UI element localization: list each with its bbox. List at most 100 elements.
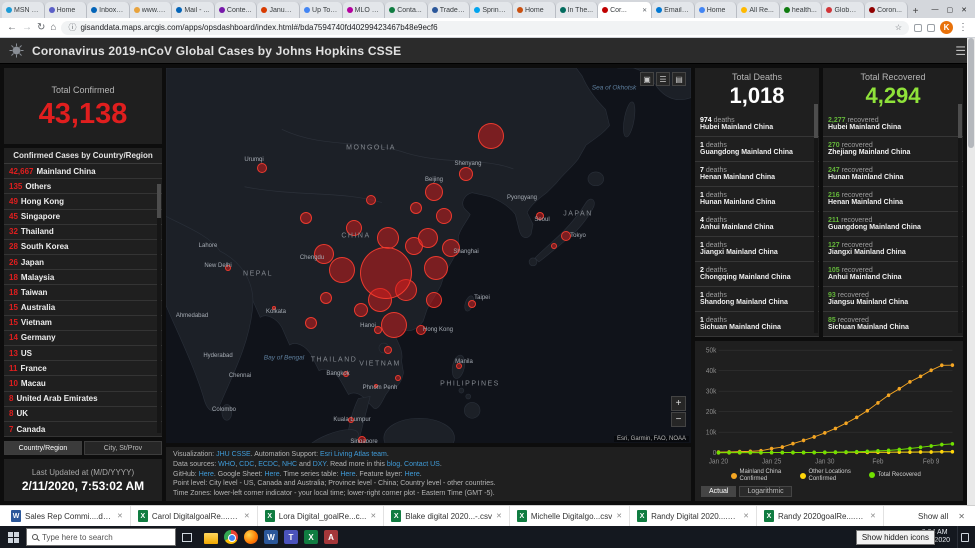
browser-tab[interactable]: Trader... [428, 2, 471, 18]
start-button[interactable] [0, 526, 26, 548]
taskbar-excel-icon[interactable]: X [304, 530, 318, 544]
death-row[interactable]: 4 deathsAnhui Mainland China [695, 212, 819, 237]
taskbar-search-input[interactable]: Type here to search [26, 528, 176, 546]
taskbar-chrome-icon[interactable] [224, 530, 238, 544]
note-link[interactable]: ECDC [258, 461, 278, 468]
browser-tab[interactable]: MSN | O... [2, 2, 45, 18]
zoom-in-button[interactable]: + [671, 396, 686, 411]
country-row[interactable]: 7Canada [4, 422, 162, 437]
download-item[interactable]: XRandy 2020goalRe....csv✕ [757, 506, 884, 526]
tab-close-icon[interactable]: ✕ [642, 7, 647, 14]
page-scrollbar[interactable] [967, 38, 975, 505]
recovered-row[interactable]: 93 recoveredJiangsu Mainland China [823, 287, 963, 312]
note-link[interactable]: Esri Living Atlas team [320, 451, 387, 458]
country-row[interactable]: 49Hong Kong [4, 194, 162, 209]
map-legend-icon[interactable]: ☰ [656, 72, 670, 86]
download-item[interactable]: XLora Digital_goalRe...c...✕ [258, 506, 384, 526]
country-row[interactable]: 18Taiwan [4, 285, 162, 300]
site-info-icon[interactable]: ⓘ [68, 22, 76, 33]
window-close-icon[interactable]: ✕ [961, 6, 967, 14]
note-link[interactable]: NHC [282, 461, 297, 468]
country-row[interactable]: 14Germany [4, 331, 162, 346]
download-close-icon[interactable]: ✕ [616, 512, 622, 520]
country-row[interactable]: 28South Korea [4, 240, 162, 255]
browser-tab[interactable]: Mail - ... [172, 2, 215, 18]
browser-tab[interactable]: Inbox (... [87, 2, 130, 18]
download-close-icon[interactable]: ✕ [370, 512, 376, 520]
country-row[interactable]: 32Thailand [4, 225, 162, 240]
download-item[interactable]: XBlake digital 2020...-.csv✕ [384, 506, 510, 526]
recovered-row[interactable]: 85 recoveredSichuan Mainland China [823, 312, 963, 337]
death-row[interactable]: 974 deathsHubei Mainland China [695, 112, 819, 137]
note-link[interactable]: Contact US [404, 461, 440, 468]
map-bookmark-icon[interactable]: ▣ [640, 72, 654, 86]
death-row[interactable]: 7 deathsHenan Mainland China [695, 162, 819, 187]
action-center-button[interactable] [957, 526, 971, 548]
note-link[interactable]: Here [405, 471, 420, 478]
taskbar-file-explorer-icon[interactable] [204, 533, 218, 544]
browser-tab[interactable]: Up To ... [300, 2, 343, 18]
browser-tab[interactable]: In The... [556, 2, 599, 18]
browser-tab[interactable]: Conte... [215, 2, 258, 18]
tab-logarithmic[interactable]: Logarithmic [739, 486, 791, 497]
refresh-icon[interactable]: ↻ [37, 23, 45, 33]
home-icon[interactable]: ⌂ [50, 23, 56, 33]
country-row[interactable]: 15Vietnam [4, 316, 162, 331]
country-row[interactable]: 13US [4, 346, 162, 361]
note-link[interactable]: CDC [239, 461, 254, 468]
note-link[interactable]: Here [264, 471, 279, 478]
recovered-row[interactable]: 216 recoveredHenan Mainland China [823, 187, 963, 212]
country-row[interactable]: 135Others [4, 179, 162, 194]
back-icon[interactable]: ← [7, 23, 17, 33]
country-row[interactable]: 15Australia [4, 301, 162, 316]
shelf-close-icon[interactable]: ✕ [958, 512, 965, 521]
download-item[interactable]: XRandy Digital 2020....csv✕ [630, 506, 757, 526]
download-close-icon[interactable]: ✕ [870, 512, 876, 520]
extension-icon[interactable] [927, 24, 935, 32]
recovered-row[interactable]: 211 recoveredGuangdong Mainland China [823, 212, 963, 237]
download-close-icon[interactable]: ✕ [496, 512, 502, 520]
death-row[interactable]: 1 deathsJiangxi Mainland China [695, 237, 819, 262]
bookmark-star-icon[interactable]: ☆ [895, 23, 902, 32]
country-row[interactable]: 8UK [4, 407, 162, 422]
recovered-row[interactable]: 105 recoveredAnhui Mainland China [823, 262, 963, 287]
browser-tab[interactable]: www.a... [130, 2, 173, 18]
death-row[interactable]: 2 deathsChongqing Mainland China [695, 262, 819, 287]
browser-tab[interactable]: Home [513, 2, 556, 18]
download-close-icon[interactable]: ✕ [244, 512, 250, 520]
browser-tab[interactable]: Coron... [865, 2, 908, 18]
tab-actual[interactable]: Actual [701, 486, 736, 497]
browser-tab[interactable]: Cor...✕ [598, 2, 652, 18]
death-row[interactable]: 1 deathsSichuan Mainland China [695, 312, 819, 337]
browser-tab[interactable]: MLO F... [343, 2, 386, 18]
recovered-row[interactable]: 127 recoveredJiangxi Mainland China [823, 237, 963, 262]
browser-tab[interactable]: All Re... [737, 2, 780, 18]
tab-country-region[interactable]: Country/Region [4, 441, 82, 455]
window-minimize-icon[interactable]: — [932, 6, 939, 14]
country-row[interactable]: 11France [4, 361, 162, 376]
note-link[interactable]: WHO [218, 461, 235, 468]
browser-tab[interactable]: Home [695, 2, 738, 18]
profile-avatar[interactable]: K [940, 21, 953, 34]
recovered-row[interactable]: 2,277 recoveredHubei Mainland China [823, 112, 963, 137]
tab-city-stprov[interactable]: City, St/Prov [84, 441, 162, 455]
window-maximize-icon[interactable]: ▢ [947, 6, 954, 14]
taskbar-teams-icon[interactable]: T [284, 530, 298, 544]
forward-icon[interactable]: → [22, 23, 32, 33]
country-row[interactable]: 45Singapore [4, 210, 162, 225]
country-row[interactable]: 8United Arab Emirates [4, 392, 162, 407]
cases-map[interactable]: Sea of OkhotskMONGOLIACHINAJAPANNEPALTHA… [166, 68, 691, 443]
note-link[interactable]: DXY [313, 461, 327, 468]
download-item[interactable]: XMichelle Digitalgo...csv✕ [510, 506, 630, 526]
browser-tab[interactable]: Conta... [385, 2, 428, 18]
death-row[interactable]: 1 deathsHunan Mainland China [695, 187, 819, 212]
show-all-button[interactable]: Show all [918, 512, 948, 521]
download-item[interactable]: XCarol DigitalgoalRe....c...✕ [131, 506, 258, 526]
taskbar-word-icon[interactable]: W [264, 530, 278, 544]
address-bar[interactable]: ⓘ gisanddata.maps.arcgis.com/apps/opsdas… [61, 21, 909, 35]
browser-tab[interactable]: Spring... [470, 2, 513, 18]
country-row[interactable]: 18Malaysia [4, 270, 162, 285]
extension-icon[interactable] [914, 24, 922, 32]
scrollbar[interactable] [814, 104, 818, 333]
map-basemap-icon[interactable]: ▤ [672, 72, 686, 86]
